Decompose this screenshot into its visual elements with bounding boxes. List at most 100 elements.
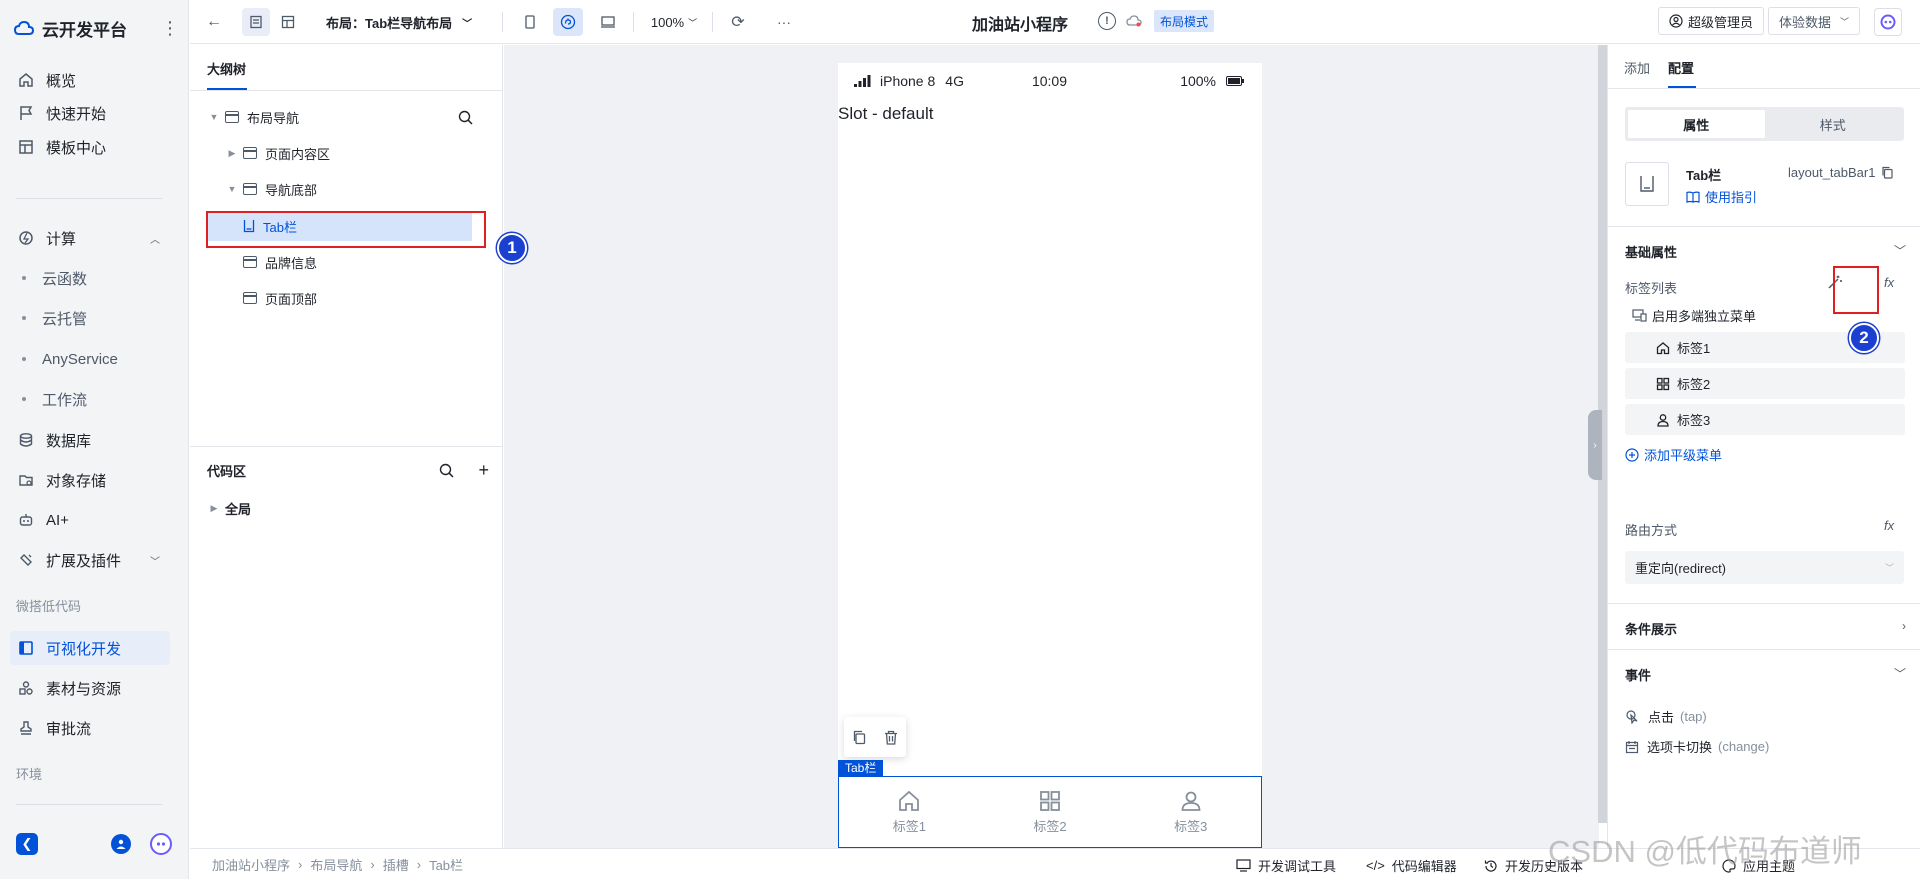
section-events[interactable]: 事件 bbox=[1625, 665, 1651, 684]
sidebar-item-ai[interactable]: AI+ bbox=[10, 503, 170, 537]
tag-list-item-3[interactable]: 标签3 bbox=[1625, 404, 1905, 435]
storage-icon bbox=[16, 470, 36, 490]
caret-right-icon[interactable]: ▶ bbox=[207, 503, 221, 514]
tab-bar[interactable]: 标签1 标签2 标签3 bbox=[838, 776, 1262, 848]
sidebar-item-database[interactable]: 数据库 bbox=[10, 423, 170, 457]
sidebar-item-storage[interactable]: 对象存储 bbox=[10, 463, 170, 497]
back-button[interactable]: ← bbox=[202, 8, 226, 36]
plus-icon[interactable]: + bbox=[478, 460, 489, 481]
caret-right-icon[interactable]: ▶ bbox=[225, 148, 239, 159]
sidebar-item-visual-dev[interactable]: 可视化开发 bbox=[10, 631, 170, 665]
miniprogram-preview-button[interactable] bbox=[553, 8, 583, 36]
chevron-down-icon[interactable]: ﹀ bbox=[1894, 242, 1906, 259]
collapse-sidebar-button[interactable]: ❮ bbox=[16, 833, 38, 855]
debug-tools-button[interactable]: 开发调试工具 bbox=[1236, 856, 1336, 875]
layout-view-button[interactable] bbox=[274, 8, 302, 36]
sidebar-item-approval[interactable]: 审批流 bbox=[10, 711, 170, 745]
assistant-button[interactable] bbox=[1874, 8, 1902, 36]
chevron-down-icon[interactable]: ﹀ bbox=[1894, 665, 1906, 682]
sidebar-item-label: 快速开始 bbox=[46, 105, 107, 123]
tab-outline[interactable]: 大纲树 bbox=[207, 59, 246, 78]
user-menu-button[interactable]: 超级管理员 bbox=[1658, 7, 1765, 35]
tab-item-1[interactable]: 标签1 bbox=[839, 789, 980, 835]
sidebar-item-plugins[interactable]: 扩展及插件 ﹀ bbox=[10, 543, 170, 577]
multi-menu-toggle[interactable]: 启用多端独立菜单 bbox=[1632, 306, 1756, 325]
event-tap[interactable]: 点击 (tap) bbox=[1625, 707, 1707, 726]
outline-panel: 大纲树 ▼ 布局导航 ▶ 页面内容区 ▼ 导航底部 Tab栏 品牌信息 页面顶部… bbox=[190, 45, 503, 848]
tree-node-layout-nav[interactable]: ▼ 布局导航 bbox=[207, 103, 497, 131]
mobile-preview-button[interactable] bbox=[516, 8, 544, 36]
breadcrumb-item[interactable]: 布局导航 bbox=[310, 855, 362, 874]
sidebar-item-overview[interactable]: 概览 bbox=[10, 63, 170, 97]
desktop-preview-button[interactable] bbox=[594, 8, 622, 36]
segment-styles[interactable]: 样式 bbox=[1765, 110, 1902, 138]
section-basic[interactable]: 基础属性 bbox=[1625, 242, 1677, 261]
copy-icon[interactable] bbox=[1881, 166, 1894, 179]
chevron-right-icon[interactable]: › bbox=[1902, 619, 1906, 633]
caret-down-icon[interactable]: ▼ bbox=[207, 112, 221, 122]
refresh-button[interactable]: ⟳ bbox=[724, 8, 752, 36]
copy-icon[interactable] bbox=[852, 730, 867, 745]
breadcrumb-item[interactable]: Tab栏 bbox=[429, 855, 463, 874]
annotation-box-2 bbox=[1833, 266, 1879, 314]
route-select[interactable]: 重定向(redirect) ﹀ bbox=[1625, 551, 1904, 584]
tab-item-3[interactable]: 标签3 bbox=[1120, 789, 1261, 835]
sidebar-subitem[interactable]: 工作流 bbox=[22, 384, 87, 414]
segment-properties[interactable]: 属性 bbox=[1628, 110, 1765, 138]
component-actions bbox=[844, 717, 906, 757]
tag-item-label: 标签3 bbox=[1677, 413, 1711, 428]
event-label: 点击 bbox=[1648, 710, 1675, 725]
page-view-button[interactable] bbox=[242, 8, 270, 36]
tab-add[interactable]: 添加 bbox=[1624, 58, 1650, 77]
search-icon[interactable] bbox=[458, 110, 473, 125]
tag-list-item-2[interactable]: 标签2 bbox=[1625, 368, 1905, 399]
sidebar-subitem[interactable]: 云函数 bbox=[22, 263, 87, 293]
avatar[interactable] bbox=[111, 834, 131, 854]
info-icon[interactable]: ! bbox=[1098, 12, 1116, 30]
group-label-lowcode: 微搭低代码 bbox=[16, 599, 82, 614]
tree-node-page-top[interactable]: 页面顶部 bbox=[243, 284, 483, 312]
caret-down-icon[interactable]: ▼ bbox=[225, 184, 239, 194]
top-toolbar: ← 布局：Tab栏导航布局 ﹀ 100% ﹀ ⟳ ··· 加油站小程序 ! 布局… bbox=[190, 0, 1920, 44]
chevron-down-icon: ﹀ bbox=[1884, 563, 1894, 573]
sidebar-item-quickstart[interactable]: 快速开始 bbox=[10, 96, 170, 130]
code-area-header: 代码区 + bbox=[207, 460, 489, 481]
fx-icon[interactable]: fx bbox=[1884, 275, 1894, 290]
delete-icon[interactable] bbox=[884, 730, 898, 745]
plugin-icon bbox=[16, 550, 36, 570]
tree-node-page-content[interactable]: ▶ 页面内容区 bbox=[225, 139, 485, 167]
collapse-panel-button[interactable]: › bbox=[1588, 410, 1602, 480]
cloud-sync-icon bbox=[1126, 14, 1142, 27]
battery-label: 100% bbox=[1180, 73, 1216, 89]
fx-icon[interactable]: fx bbox=[1884, 518, 1894, 533]
code-node-global[interactable]: ▶ 全局 bbox=[207, 494, 467, 522]
breadcrumb-item[interactable]: 加油站小程序 bbox=[212, 855, 290, 874]
more-menu-icon[interactable]: ⋮ bbox=[161, 18, 179, 39]
code-node-label: 全局 bbox=[225, 501, 252, 517]
event-change[interactable]: 选项卡切换 (change) bbox=[1625, 737, 1769, 756]
add-sibling-menu-button[interactable]: 添加平级菜单 bbox=[1625, 445, 1722, 464]
zoom-select[interactable]: 100% ﹀ bbox=[646, 8, 702, 36]
section-condition[interactable]: 条件展示 bbox=[1625, 619, 1677, 638]
code-editor-button[interactable]: </> 代码编辑器 bbox=[1366, 856, 1457, 875]
more-button[interactable]: ··· bbox=[770, 8, 798, 36]
sidebar-item-assets[interactable]: 素材与资源 bbox=[10, 671, 170, 705]
tab-config[interactable]: 配置 bbox=[1668, 58, 1694, 77]
tree-node-brand-info[interactable]: 品牌信息 bbox=[243, 248, 483, 276]
data-source-select[interactable]: 体验数据 ﹀ bbox=[1768, 7, 1860, 35]
sidebar-subitem[interactable]: 云托管 bbox=[22, 303, 87, 333]
sidebar-subitem[interactable]: AnyService bbox=[22, 344, 118, 374]
sidebar-item-templates[interactable]: 模板中心 bbox=[10, 130, 170, 164]
guide-link[interactable]: 使用指引 bbox=[1686, 187, 1757, 206]
sidebar-item-compute[interactable]: 计算 ︿ bbox=[10, 221, 170, 255]
assistant-icon[interactable] bbox=[150, 833, 172, 855]
component-id: layout_tabBar1 bbox=[1788, 165, 1894, 180]
tree-node-label: 布局导航 bbox=[247, 110, 300, 126]
breadcrumb-item[interactable]: 插槽 bbox=[383, 855, 409, 874]
plus-circle-icon bbox=[1625, 447, 1639, 462]
search-icon[interactable] bbox=[439, 463, 455, 478]
user-icon bbox=[115, 838, 127, 850]
tab-item-2[interactable]: 标签2 bbox=[980, 789, 1121, 835]
tree-node-nav-bottom[interactable]: ▼ 导航底部 bbox=[225, 175, 485, 203]
layout-select[interactable]: 布局：Tab栏导航布局 ﹀ bbox=[326, 8, 486, 36]
